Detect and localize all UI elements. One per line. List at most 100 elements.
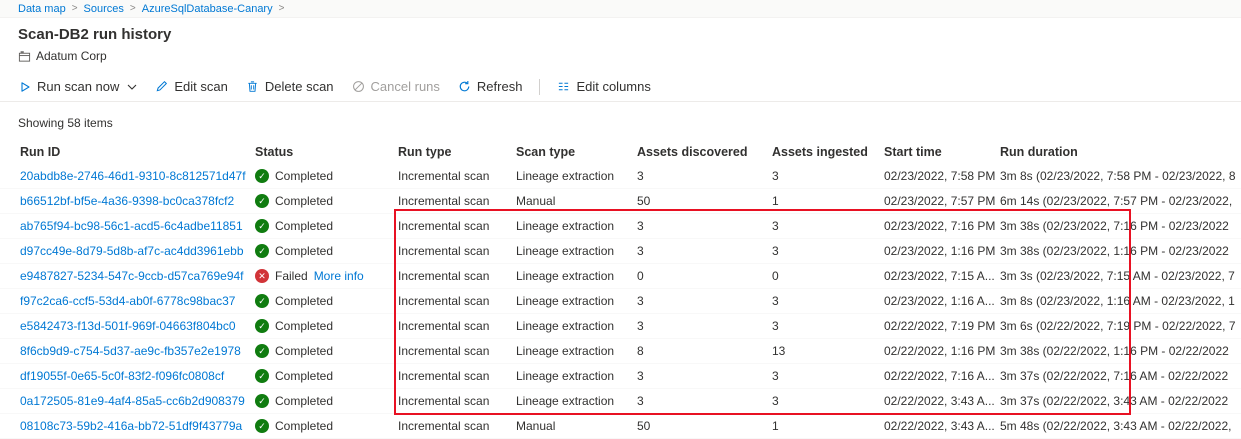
command-bar: Run scan now Edit scan Delete scan Cance… [0,72,1241,102]
breadcrumb-link-source-name[interactable]: AzureSqlDatabase-Canary [142,3,273,15]
breadcrumb-separator-icon: > [72,3,78,14]
edit-columns-button[interactable]: Edit columns [548,74,659,100]
run-id-link[interactable]: e5842473-f13d-501f-969f-04663f804bc0 [20,319,255,333]
status-completed-icon: ✓ [255,294,269,308]
breadcrumb-link-sources[interactable]: Sources [84,3,124,15]
run-id-link[interactable]: 08108c73-59b2-416a-bb72-51df9f43779a [20,419,255,433]
start-time-cell: 02/22/2022, 7:16 A... [884,369,1000,383]
table-row[interactable]: df19055f-0e65-5c0f-83f2-f096fc0808cf✓Com… [0,364,1241,389]
run-id-link[interactable]: 0a172505-81e9-4af4-85a5-cc6b2d908379 [20,394,255,408]
run-duration-cell: 3m 3s (02/23/2022, 7:15 AM - 02/23/2022,… [1000,269,1241,283]
table-row[interactable]: 08108c73-59b2-416a-bb72-51df9f43779a✓ Com… [0,414,1241,439]
column-header-run-duration[interactable]: Run duration [1000,145,1241,159]
run-type-cell: Incremental scan [398,419,516,433]
run-id-link[interactable]: ab765f94-bc98-56c1-acd5-6c4adbe11851 [20,219,255,233]
assets-discovered-cell: 3 [637,319,772,333]
status-completed-icon: ✓ [255,394,269,408]
start-time-cell: 02/22/2022, 3:43 A... [884,394,1000,408]
status-cell: ✕ Failed More info [255,269,398,283]
run-id-link[interactable]: 8f6cb9d9-c754-5d37-ae9c-fb357e2e1978 [20,344,255,358]
delete-scan-button[interactable]: Delete scan [237,74,343,100]
breadcrumb-link-data-map[interactable]: Data map [18,3,66,15]
run-id-link[interactable]: d97cc49e-8d79-5d8b-af7c-ac4dd3961ebb [20,244,255,258]
status-completed-icon: ✓ [255,319,269,333]
table-row[interactable]: d97cc49e-8d79-5d8b-af7c-ac4dd3961ebb✓Com… [0,239,1241,264]
start-time-cell: 02/23/2022, 1:16 PM [884,244,1000,258]
status-completed-icon: ✓ [255,419,269,433]
run-duration-cell: 3m 6s (02/22/2022, 7:19 PM - 02/22/2022,… [1000,319,1241,333]
page-header: Scan-DB2 run history Adatum Corp [0,18,1241,69]
status-failed-icon: ✕ [255,269,269,283]
column-header-run-id[interactable]: Run ID [20,145,255,159]
start-time-cell: 02/23/2022, 1:16 A... [884,294,1000,308]
toolbar-divider [539,79,540,95]
start-time-cell: 02/23/2022, 7:57 PM [884,194,1000,208]
assets-ingested-cell: 1 [772,194,884,208]
status-label: Failed [275,269,308,283]
scan-type-cell: Lineage extraction [516,319,637,333]
status-label: Completed [275,244,333,258]
delete-scan-label: Delete scan [265,79,334,94]
table-row[interactable]: b66512bf-bf5e-4a36-9398-bc0ca378fcf2✓Com… [0,189,1241,214]
status-cell: ✓Completed [255,194,398,208]
scan-type-cell: Lineage extraction [516,294,637,308]
table-row[interactable]: ab765f94-bc98-56c1-acd5-6c4adbe11851✓Com… [0,214,1241,239]
column-header-assets-discovered[interactable]: Assets discovered [637,145,772,159]
table-row[interactable]: 0a172505-81e9-4af4-85a5-cc6b2d908379✓Com… [0,389,1241,414]
run-type-cell: Incremental scan [398,294,516,308]
status-label: Completed [275,419,333,433]
table-row[interactable]: 20abdb8e-2746-46d1-9310-8c812571d47f✓Com… [0,164,1241,189]
edit-scan-label: Edit scan [174,79,227,94]
start-time-cell: 02/23/2022, 7:58 PM [884,169,1000,183]
table-row[interactable]: e9487827-5234-547c-9ccb-d57ca769e94f✕ Fai… [0,264,1241,289]
account-row: Adatum Corp [18,49,1223,63]
status-label: Completed [275,369,333,383]
assets-ingested-cell: 1 [772,419,884,433]
cancel-icon [352,80,365,93]
column-header-status[interactable]: Status [255,145,398,159]
table-row[interactable]: f97c2ca6-ccf5-53d4-ab0f-6778c98bac37✓ Com… [0,289,1241,314]
scan-type-cell: Lineage extraction [516,344,637,358]
run-id-link[interactable]: b66512bf-bf5e-4a36-9398-bc0ca378fcf2 [20,194,255,208]
column-header-start-time[interactable]: Start time [884,145,1000,159]
cancel-runs-button: Cancel runs [343,74,449,100]
status-cell: ✓Completed [255,369,398,383]
scan-type-cell: Lineage extraction [516,369,637,383]
table-row[interactable]: 8f6cb9d9-c754-5d37-ae9c-fb357e2e1978✓Com… [0,339,1241,364]
table-header-row: Run ID Status Run type Scan type Assets … [0,140,1241,164]
table-row[interactable]: e5842473-f13d-501f-969f-04663f804bc0✓Com… [0,314,1241,339]
column-header-run-type[interactable]: Run type [398,145,516,159]
refresh-button[interactable]: Refresh [449,74,532,100]
run-id-link[interactable]: e9487827-5234-547c-9ccb-d57ca769e94f [20,269,255,283]
column-header-scan-type[interactable]: Scan type [516,145,637,159]
scan-type-cell: Manual [516,419,637,433]
status-cell: ✓Completed [255,169,398,183]
more-info-link[interactable]: More info [314,269,364,283]
column-header-assets-ingested[interactable]: Assets ingested [772,145,884,159]
run-id-link[interactable]: 20abdb8e-2746-46d1-9310-8c812571d47f [20,169,255,183]
run-id-link[interactable]: f97c2ca6-ccf5-53d4-ab0f-6778c98bac37 [20,294,255,308]
run-history-table: Run ID Status Run type Scan type Assets … [0,140,1241,439]
run-type-cell: Incremental scan [398,394,516,408]
assets-ingested-cell: 3 [772,219,884,233]
run-id-link[interactable]: df19055f-0e65-5c0f-83f2-f096fc0808cf [20,369,255,383]
scan-type-cell: Manual [516,194,637,208]
start-time-cell: 02/22/2022, 3:43 A... [884,419,1000,433]
assets-discovered-cell: 3 [637,394,772,408]
chevron-down-icon [127,84,137,90]
status-label: Completed [275,294,333,308]
refresh-label: Refresh [477,79,523,94]
assets-ingested-cell: 3 [772,319,884,333]
edit-scan-button[interactable]: Edit scan [146,74,236,100]
scan-type-cell: Lineage extraction [516,394,637,408]
status-label: Completed [275,344,333,358]
play-icon [19,81,31,93]
page-title: Scan-DB2 run history [18,26,1223,44]
table-body: 20abdb8e-2746-46d1-9310-8c812571d47f✓Com… [0,164,1241,439]
assets-ingested-cell: 3 [772,294,884,308]
breadcrumb-separator-icon: > [279,3,285,14]
start-time-cell: 02/23/2022, 7:16 PM [884,219,1000,233]
account-name: Adatum Corp [36,49,107,63]
run-scan-now-button[interactable]: Run scan now [10,74,146,100]
status-label: Completed [275,194,333,208]
